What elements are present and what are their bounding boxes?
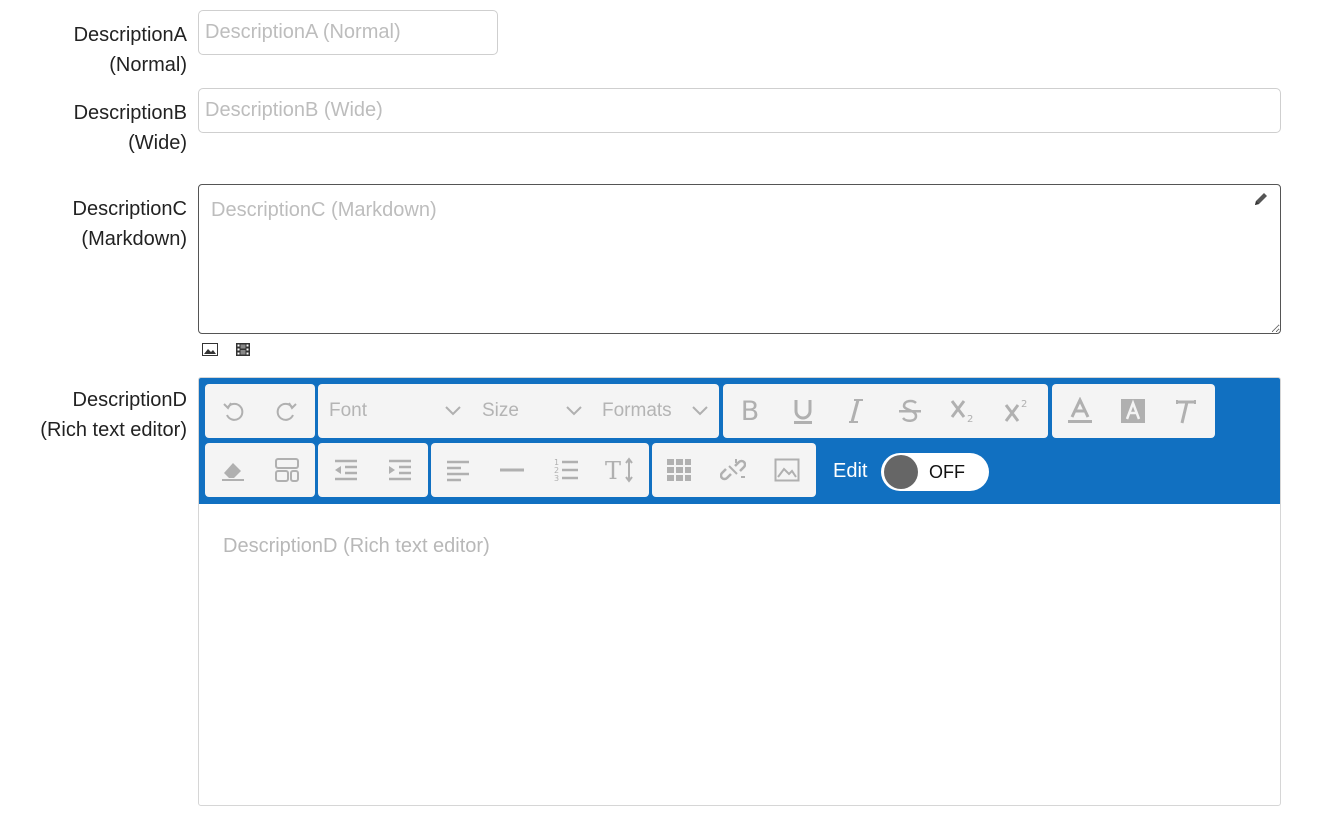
svg-text:3: 3 bbox=[554, 474, 559, 483]
toolbar-group-font: Font Size Formats bbox=[318, 384, 719, 438]
description-d-label-line1: DescriptionD bbox=[72, 389, 187, 411]
strikethrough-icon bbox=[899, 399, 921, 422]
subscript-icon: 2 bbox=[950, 400, 973, 425]
image-button[interactable] bbox=[767, 443, 807, 497]
align-left-icon bbox=[447, 460, 469, 482]
description-a-label-line1: DescriptionA bbox=[73, 24, 187, 46]
indent-icon bbox=[389, 459, 411, 481]
underline-icon bbox=[794, 400, 812, 424]
editor-toolbar: Font Size Formats B 2 2 1 2 3 T Edit OFF bbox=[199, 378, 1280, 504]
svg-text:T: T bbox=[605, 457, 621, 483]
redo-icon bbox=[276, 402, 297, 421]
outdent-button[interactable] bbox=[326, 443, 366, 497]
toggle-knob bbox=[884, 455, 918, 489]
description-c-label-line1: DescriptionC bbox=[72, 198, 187, 220]
eraser-button[interactable] bbox=[213, 443, 253, 497]
link-button[interactable] bbox=[713, 443, 753, 497]
formats-dropdown-label: Formats bbox=[602, 400, 672, 421]
highlight-color-icon bbox=[1121, 399, 1145, 423]
bold-icon: B bbox=[740, 395, 760, 427]
template-icon bbox=[275, 458, 299, 482]
description-c-label-line2: (Markdown) bbox=[81, 228, 187, 250]
image-icon bbox=[774, 458, 800, 482]
pencil-icon[interactable] bbox=[1253, 191, 1269, 207]
unlink-icon bbox=[720, 459, 746, 481]
ordered-list-icon: 123 bbox=[554, 458, 578, 483]
chevron-down-icon bbox=[566, 406, 582, 416]
table-button[interactable] bbox=[659, 443, 699, 497]
eraser-icon bbox=[222, 463, 244, 481]
description-c-label: DescriptionC (Markdown) bbox=[73, 194, 187, 254]
description-b-label: DescriptionB (Wide) bbox=[74, 98, 187, 158]
toolbar-group-paragraph: 123 T bbox=[431, 443, 649, 497]
toolbar-group-color bbox=[1052, 384, 1215, 438]
font-dropdown[interactable]: Font bbox=[329, 384, 469, 438]
horizontal-rule-icon bbox=[500, 468, 524, 472]
redo-button[interactable] bbox=[267, 384, 307, 438]
remove-format-button[interactable] bbox=[1164, 384, 1208, 438]
toolbar-group-text-style: B 2 2 bbox=[723, 384, 1048, 438]
video-icon[interactable] bbox=[235, 342, 251, 357]
remove-format-icon bbox=[1176, 400, 1196, 424]
size-dropdown-label: Size bbox=[482, 400, 519, 421]
highlight-color-button[interactable] bbox=[1111, 384, 1155, 438]
edit-mode-label: Edit bbox=[833, 460, 868, 482]
description-a-input[interactable] bbox=[198, 10, 498, 55]
strikethrough-button[interactable] bbox=[888, 384, 932, 438]
undo-button[interactable] bbox=[213, 384, 253, 438]
toolbar-group-insert bbox=[652, 443, 816, 497]
align-button[interactable] bbox=[438, 443, 478, 497]
edit-mode-toggle[interactable]: OFF bbox=[881, 453, 989, 491]
italic-icon bbox=[849, 399, 863, 423]
bold-button[interactable]: B bbox=[728, 384, 772, 438]
chevron-down-icon bbox=[692, 406, 708, 416]
font-dropdown-label: Font bbox=[329, 400, 368, 421]
rich-text-editor: Font Size Formats B 2 2 1 2 3 T Edit OFF… bbox=[198, 377, 1281, 806]
description-c-textarea[interactable] bbox=[198, 184, 1281, 334]
font-color-button[interactable] bbox=[1058, 384, 1102, 438]
table-icon bbox=[667, 459, 691, 481]
toolbar-group-clear bbox=[205, 443, 315, 497]
template-button[interactable] bbox=[267, 443, 307, 497]
svg-text:2: 2 bbox=[1021, 399, 1027, 410]
description-a-label-line2: (Normal) bbox=[109, 54, 187, 76]
indent-button[interactable] bbox=[380, 443, 420, 497]
description-a-label: DescriptionA (Normal) bbox=[74, 20, 187, 80]
toolbar-group-indent bbox=[318, 443, 428, 497]
description-b-label-line1: DescriptionB bbox=[73, 102, 187, 124]
superscript-icon: 2 bbox=[1004, 399, 1027, 422]
font-color-icon bbox=[1068, 397, 1092, 423]
rich-text-body-placeholder[interactable]: DescriptionD (Rich text editor) bbox=[223, 535, 490, 558]
outdent-icon bbox=[335, 459, 357, 481]
undo-icon bbox=[223, 402, 244, 421]
superscript-button[interactable]: 2 bbox=[995, 384, 1039, 438]
line-height-button[interactable]: T bbox=[600, 443, 640, 497]
size-dropdown[interactable]: Size bbox=[482, 384, 582, 438]
formats-dropdown[interactable]: Formats bbox=[602, 384, 714, 438]
description-d-label: DescriptionD (Rich text editor) bbox=[40, 385, 187, 445]
description-d-label-line2: (Rich text editor) bbox=[40, 419, 187, 441]
chevron-down-icon bbox=[445, 406, 461, 416]
subscript-button[interactable]: 2 bbox=[941, 384, 985, 438]
ordered-list-button[interactable]: 123 bbox=[546, 443, 586, 497]
svg-text:2: 2 bbox=[967, 414, 973, 425]
italic-button[interactable] bbox=[834, 384, 878, 438]
underline-button[interactable] bbox=[781, 384, 825, 438]
image-icon[interactable] bbox=[202, 342, 218, 357]
toolbar-group-history bbox=[205, 384, 315, 438]
description-b-input[interactable] bbox=[198, 88, 1281, 133]
description-b-label-line2: (Wide) bbox=[128, 132, 187, 154]
toggle-state-label: OFF bbox=[929, 462, 965, 482]
horizontal-rule-button[interactable] bbox=[492, 443, 532, 497]
line-height-icon: T bbox=[605, 457, 633, 483]
